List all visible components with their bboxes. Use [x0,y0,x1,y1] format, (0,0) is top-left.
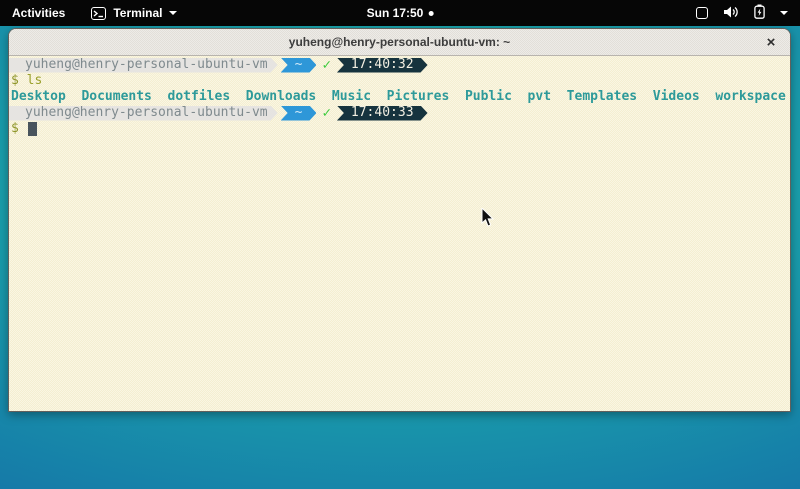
prompt-timestamp: 17:40:33 [337,106,428,121]
top-bar-left: Activities Terminal [12,6,177,20]
status-check-icon: ✓ [322,57,330,73]
command-line: $ ls [9,73,790,89]
notification-dot-icon [428,11,433,16]
desktop: { "topbar": { "activities_label": "Activ… [0,0,800,489]
volume-icon [723,5,739,22]
directory-name: Templates [567,89,637,105]
prompt-cwd: ~ [281,106,317,121]
directory-name: Pictures [387,89,450,105]
top-bar: Activities Terminal Sun 17:50 [0,0,800,26]
status-check-icon: ✓ [322,105,330,121]
mouse-cursor [481,208,496,234]
close-button[interactable]: × [762,33,780,51]
input-line: $ [9,121,790,137]
window-title: yuheng@henry-personal-ubuntu-vm: ~ [289,35,510,49]
display-icon [696,7,708,19]
app-menu-label: Terminal [113,6,162,20]
directory-name: Documents [81,89,151,105]
directory-name: dotfiles [168,89,231,105]
terminal-screen[interactable]: yuheng@henry-personal-ubuntu-vm ~ ✓ 17:4… [9,56,790,412]
battery-charging-icon [754,4,765,22]
chevron-down-icon [169,11,177,15]
system-menu[interactable] [696,4,788,22]
window-titlebar[interactable]: yuheng@henry-personal-ubuntu-vm: ~ × [9,29,790,56]
prompt-line-2: yuheng@henry-personal-ubuntu-vm ~ ✓ 17:4… [9,105,790,121]
app-menu-terminal[interactable]: Terminal [91,6,177,20]
directory-name: pvt [528,89,551,105]
prompt-user-host: yuheng@henry-personal-ubuntu-vm [9,106,278,121]
ls-output: Desktop Documents dotfiles Downloads Mus… [9,89,790,105]
directory-name: Desktop [11,89,66,105]
clock-button[interactable]: Sun 17:50 [367,0,434,26]
prompt-char: $ [9,73,19,89]
terminal-icon [91,7,106,20]
directory-name: Downloads [246,89,316,105]
prompt-user-host: yuheng@henry-personal-ubuntu-vm [9,58,278,73]
command-text: ls [27,73,43,89]
directory-name: Music [332,89,371,105]
terminal-cursor [28,122,37,136]
prompt-line-1: yuheng@henry-personal-ubuntu-vm ~ ✓ 17:4… [9,57,790,73]
terminal-window: yuheng@henry-personal-ubuntu-vm: ~ × yuh… [8,28,791,412]
directory-name: workspace [715,89,785,105]
prompt-char: $ [9,121,19,137]
directory-name: Videos [653,89,700,105]
prompt-timestamp: 17:40:32 [337,58,428,73]
activities-button[interactable]: Activities [12,6,65,20]
chevron-down-icon [780,11,788,15]
clock-label: Sun 17:50 [367,6,424,20]
prompt-cwd: ~ [281,58,317,73]
directory-name: Public [465,89,512,105]
